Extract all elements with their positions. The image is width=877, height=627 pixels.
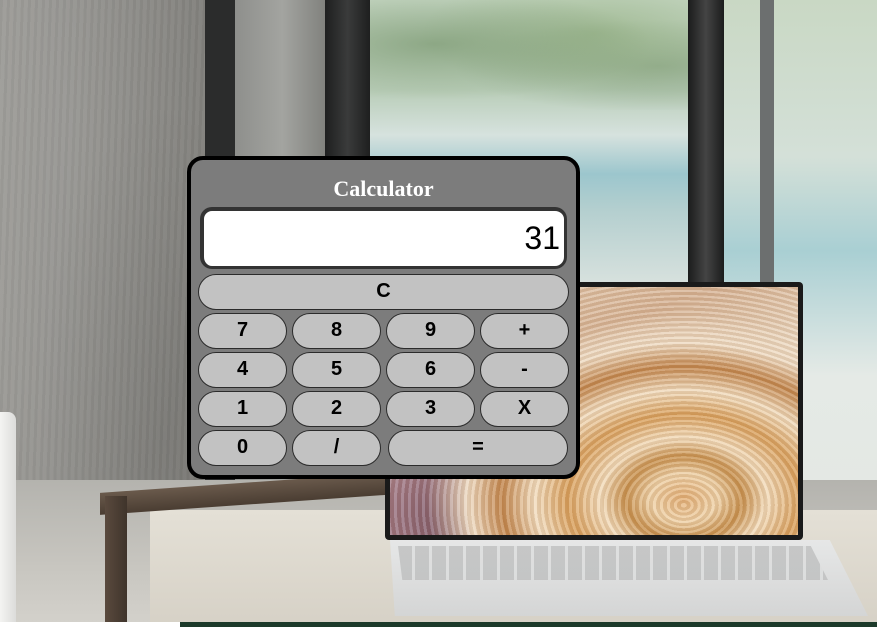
equals-button[interactable]: = (388, 430, 568, 466)
minus-button[interactable]: - (480, 352, 569, 388)
clear-button[interactable]: C (198, 274, 569, 310)
calculator-window: Calculator 31 C 7 8 9 + 4 5 6 - 1 2 3 X … (187, 156, 580, 479)
plus-button[interactable]: + (480, 313, 569, 349)
digit-6-button[interactable]: 6 (386, 352, 475, 388)
divide-button[interactable]: / (292, 430, 381, 466)
digit-3-button[interactable]: 3 (386, 391, 475, 427)
digit-7-button[interactable]: 7 (198, 313, 287, 349)
digit-4-button[interactable]: 4 (198, 352, 287, 388)
multiply-button[interactable]: X (480, 391, 569, 427)
calculator-title: Calculator (333, 176, 434, 201)
background-chair-arm (100, 471, 410, 627)
digit-9-button[interactable]: 9 (386, 313, 475, 349)
desktop-background: Calculator 31 C 7 8 9 + 4 5 6 - 1 2 3 X … (0, 0, 877, 627)
digit-2-button[interactable]: 2 (292, 391, 381, 427)
digit-5-button[interactable]: 5 (292, 352, 381, 388)
digit-0-button[interactable]: 0 (198, 430, 287, 466)
digit-8-button[interactable]: 8 (292, 313, 381, 349)
digit-1-button[interactable]: 1 (198, 391, 287, 427)
calculator-display: 31 (200, 207, 567, 269)
